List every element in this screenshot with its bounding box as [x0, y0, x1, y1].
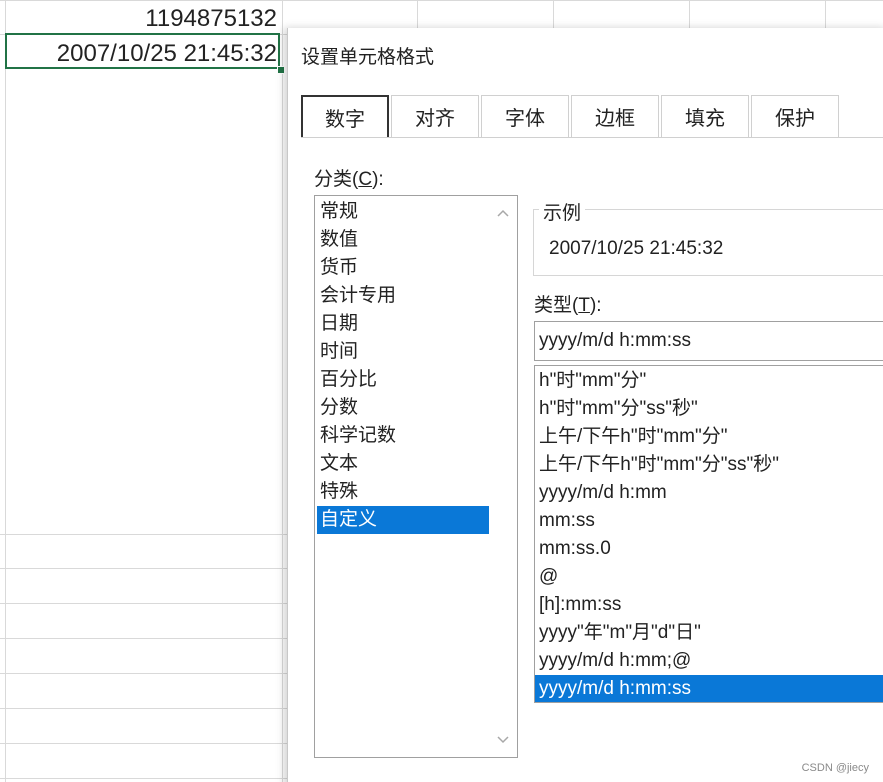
- row-gridline: [0, 568, 290, 569]
- format-item[interactable]: yyyy/m/d h:mm: [535, 479, 883, 507]
- tab-fill[interactable]: 填充: [661, 95, 749, 137]
- sample-label: 示例: [539, 198, 586, 225]
- row-gridline: [0, 0, 883, 1]
- category-label: 分类(C):: [314, 164, 384, 191]
- scroll-down-arrow-icon[interactable]: [496, 733, 510, 747]
- type-label: 类型(T):: [534, 290, 602, 317]
- type-label-text: 类型(: [534, 295, 579, 316]
- format-item[interactable]: mm:ss: [535, 507, 883, 535]
- format-item[interactable]: [h]:mm:ss: [535, 591, 883, 619]
- tab-protection[interactable]: 保护: [751, 95, 839, 137]
- category-item-percentage[interactable]: 百分比: [317, 366, 489, 394]
- dialog-title: 设置单元格格式: [301, 47, 435, 68]
- category-item-custom[interactable]: 自定义: [317, 506, 489, 534]
- category-label-text: 分类(: [314, 169, 359, 190]
- format-item[interactable]: @: [535, 563, 883, 591]
- row-gridline: [0, 778, 290, 779]
- tab-bar: 数字 对齐 字体 边框 填充 保护: [301, 95, 841, 137]
- category-item-accounting[interactable]: 会计专用: [317, 282, 489, 310]
- sample-value: 2007/10/25 21:45:32: [549, 238, 724, 259]
- row-gridline: [0, 534, 290, 535]
- format-item[interactable]: h"时"mm"分"ss"秒": [535, 395, 883, 423]
- category-item-date[interactable]: 日期: [317, 310, 489, 338]
- format-item[interactable]: yyyy/m/d h:mm;@: [535, 647, 883, 675]
- format-item[interactable]: mm:ss.0: [535, 535, 883, 563]
- format-item[interactable]: h"时"mm"分": [535, 367, 883, 395]
- row-gridline: [0, 708, 290, 709]
- active-cell-border: [5, 33, 280, 69]
- category-item-currency[interactable]: 货币: [317, 254, 489, 282]
- fill-handle[interactable]: [277, 66, 285, 74]
- tab-divider: [301, 137, 883, 138]
- category-item-text[interactable]: 文本: [317, 450, 489, 478]
- column-gridline: [282, 0, 283, 782]
- column-gridline: [417, 0, 418, 30]
- format-item[interactable]: 上午/下午h"时"mm"分"ss"秒": [535, 451, 883, 479]
- category-item-general[interactable]: 常规: [317, 198, 489, 226]
- row-gridline: [0, 743, 290, 744]
- type-label-accesskey: T: [578, 295, 590, 316]
- category-listbox[interactable]: 常规 数值 货币 会计专用 日期 时间 百分比 分数 科学记数 文本 特殊 自定…: [314, 195, 518, 758]
- category-item-number[interactable]: 数值: [317, 226, 489, 254]
- row-gridline: [0, 673, 290, 674]
- column-gridline: [553, 0, 554, 30]
- column-gridline: [5, 0, 6, 782]
- category-item-scientific[interactable]: 科学记数: [317, 422, 489, 450]
- format-item[interactable]: 上午/下午h"时"mm"分": [535, 423, 883, 451]
- format-cells-dialog: 设置单元格格式 数字 对齐 字体 边框 填充 保护 分类(C): 常规 数值 货…: [287, 28, 883, 782]
- category-label-accesskey: C: [358, 169, 373, 190]
- type-label-end: ):: [589, 295, 602, 316]
- format-code-listbox[interactable]: h"时"mm"分" h"时"mm"分"ss"秒" 上午/下午h"时"mm"分" …: [534, 365, 883, 703]
- row-gridline: [0, 603, 290, 604]
- scroll-up-arrow-icon[interactable]: [496, 206, 510, 220]
- watermark: CSDN @jiecy: [801, 762, 869, 774]
- category-item-fraction[interactable]: 分数: [317, 394, 489, 422]
- screen: 1194875132 2007/10/25 21:45:32 设置单元格格式 数…: [0, 0, 883, 782]
- type-input[interactable]: [534, 321, 883, 361]
- row-gridline: [0, 638, 290, 639]
- category-item-special[interactable]: 特殊: [317, 478, 489, 506]
- cell-timestamp-number[interactable]: 1194875132: [145, 2, 277, 36]
- tab-number[interactable]: 数字: [301, 95, 389, 137]
- tab-font[interactable]: 字体: [481, 95, 569, 137]
- tab-border[interactable]: 边框: [571, 95, 659, 137]
- tab-alignment[interactable]: 对齐: [391, 95, 479, 137]
- format-item[interactable]: yyyy"年"m"月"d"日": [535, 619, 883, 647]
- category-label-end: ):: [372, 169, 384, 190]
- column-gridline: [689, 0, 690, 30]
- category-items: 常规 数值 货币 会计专用 日期 时间 百分比 分数 科学记数 文本 特殊 自定…: [317, 198, 489, 534]
- format-items: h"时"mm"分" h"时"mm"分"ss"秒" 上午/下午h"时"mm"分" …: [535, 367, 883, 702]
- format-item-selected[interactable]: yyyy/m/d h:mm:ss: [535, 675, 883, 702]
- column-gridline: [825, 0, 826, 30]
- category-item-time[interactable]: 时间: [317, 338, 489, 366]
